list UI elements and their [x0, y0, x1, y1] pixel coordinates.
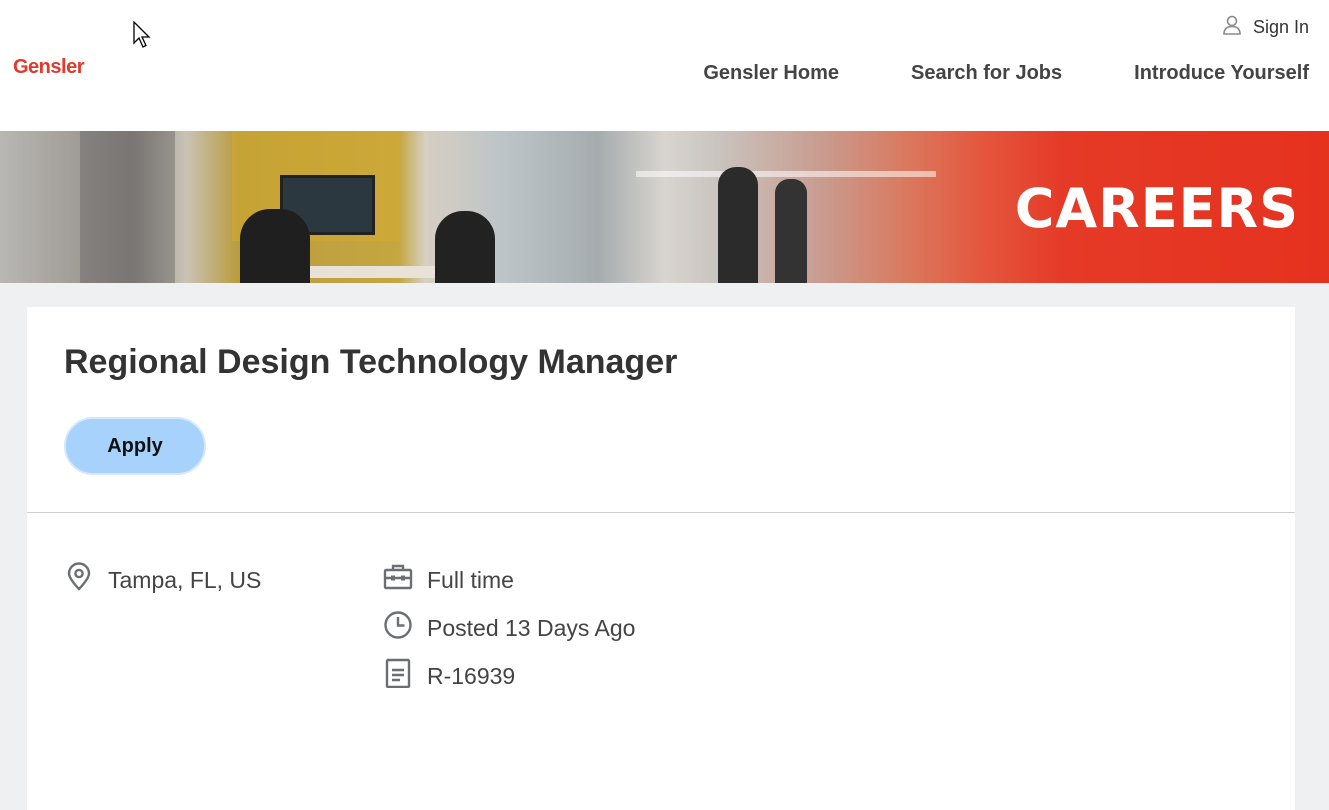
job-requisition-id: R-16939: [383, 658, 515, 694]
banner-photo-desk: [300, 266, 440, 278]
banner-photo-person: [435, 211, 495, 283]
careers-banner: CAREERS: [0, 131, 1329, 283]
user-icon: [1223, 15, 1241, 40]
location-text: Tampa, FL, US: [108, 566, 262, 593]
briefcase-icon: [383, 562, 413, 598]
nav-search-for-jobs[interactable]: Search for Jobs: [911, 62, 1062, 85]
banner-photo-person: [775, 179, 807, 283]
main-nav: Gensler Home Search for Jobs Introduce Y…: [703, 62, 1309, 85]
job-location: Tampa, FL, US: [64, 562, 261, 598]
gensler-logo[interactable]: Gensler: [13, 56, 84, 79]
site-header: Gensler Sign In Gensler Home Search for …: [0, 0, 1329, 131]
apply-button[interactable]: Apply: [64, 417, 206, 475]
job-title: Regional Design Technology Manager: [64, 343, 678, 381]
sign-in-link[interactable]: Sign In: [1223, 15, 1309, 39]
location-pin-icon: [64, 562, 94, 598]
document-icon: [383, 658, 413, 694]
nav-introduce-yourself[interactable]: Introduce Yourself: [1134, 62, 1309, 85]
requisition-id-text: R-16939: [427, 662, 516, 689]
banner-careers-text: CAREERS: [1014, 177, 1299, 240]
divider: [27, 512, 1295, 513]
banner-photo-railing: [636, 171, 936, 177]
job-posting-card: Regional Design Technology Manager Apply…: [27, 307, 1295, 810]
nav-gensler-home[interactable]: Gensler Home: [703, 62, 839, 85]
time-type-text: Full time: [427, 566, 514, 593]
job-time-type: Full time: [383, 562, 514, 598]
job-posted-date: Posted 13 Days Ago: [383, 610, 635, 646]
posted-text: Posted 13 Days Ago: [427, 614, 636, 641]
mouse-cursor-icon: [133, 20, 153, 51]
banner-photo-figure: [80, 131, 175, 283]
banner-photo-person: [718, 167, 758, 283]
clock-icon: [383, 610, 413, 646]
banner-photo-person: [240, 209, 310, 283]
sign-in-label: Sign In: [1252, 16, 1309, 37]
